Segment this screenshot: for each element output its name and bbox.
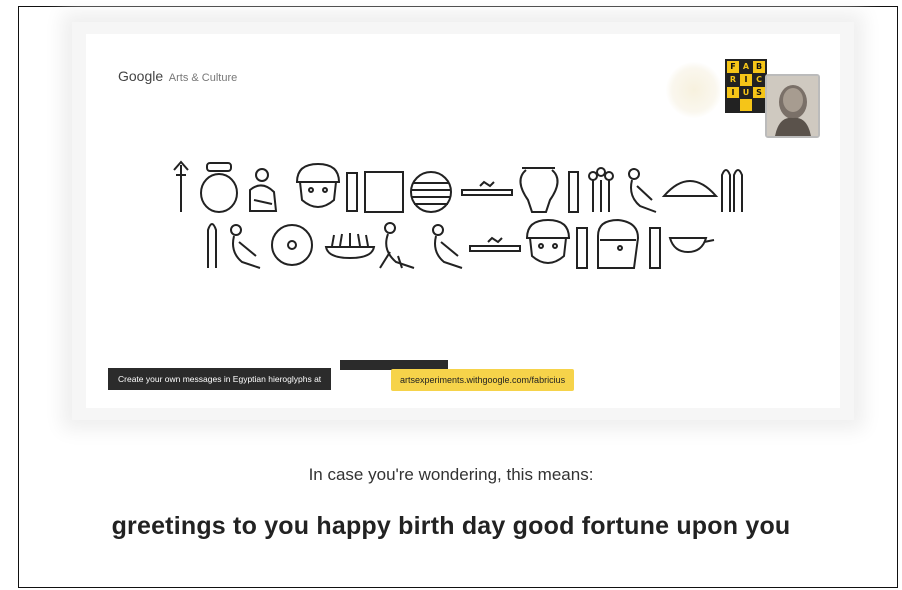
glyph-face-icon <box>296 162 340 208</box>
glyph-flower-stalks-icon <box>588 167 614 212</box>
glyph-vertical-rect-icon <box>568 171 579 213</box>
glyph-disc-circle-icon <box>271 224 313 266</box>
glyph-reed-double-icon <box>721 169 743 212</box>
glyph-vertical-rect-icon <box>576 227 588 269</box>
glyph-reed-icon <box>207 223 217 268</box>
glyph-vulture-icon <box>230 224 261 269</box>
glyph-horizontal-bar-icon <box>469 236 521 252</box>
explanation-intro: In case you're wondering, this means: <box>308 465 594 484</box>
glyph-reed-staff-icon <box>173 160 189 212</box>
glyph-seated-man-icon <box>249 168 278 212</box>
glyph-vulture-icon <box>432 224 463 269</box>
glyph-vertical-rect-icon <box>649 227 661 269</box>
caption-text: Create your own messages in Egyptian hie… <box>118 374 322 384</box>
glyph-ibis-icon <box>379 222 415 269</box>
glyph-pot-ring-icon <box>200 162 238 213</box>
glyph-basket-icon <box>668 237 715 254</box>
translation-text: greetings to you happy birth day good fo… <box>111 512 791 540</box>
glyph-face-icon <box>526 218 570 264</box>
glyph-square-icon <box>364 171 404 213</box>
glyph-vertical-rect-icon <box>346 172 358 212</box>
caption-strip: Create your own messages in Egyptian hie… <box>108 368 332 390</box>
glyph-seated-head-icon <box>597 218 640 269</box>
glyph-striped-circle-icon <box>410 171 452 213</box>
glyph-vulture-icon <box>628 168 657 213</box>
hieroglyph-message <box>173 160 743 269</box>
glyph-basket-plants-icon <box>324 233 376 260</box>
glyph-jar-icon <box>519 167 559 213</box>
fabricius-link[interactable]: artsexperiments.withgoogle.com/fabricius <box>391 369 575 391</box>
glyph-horizontal-bar-icon <box>461 180 513 196</box>
glyph-half-circle-icon <box>661 180 719 197</box>
